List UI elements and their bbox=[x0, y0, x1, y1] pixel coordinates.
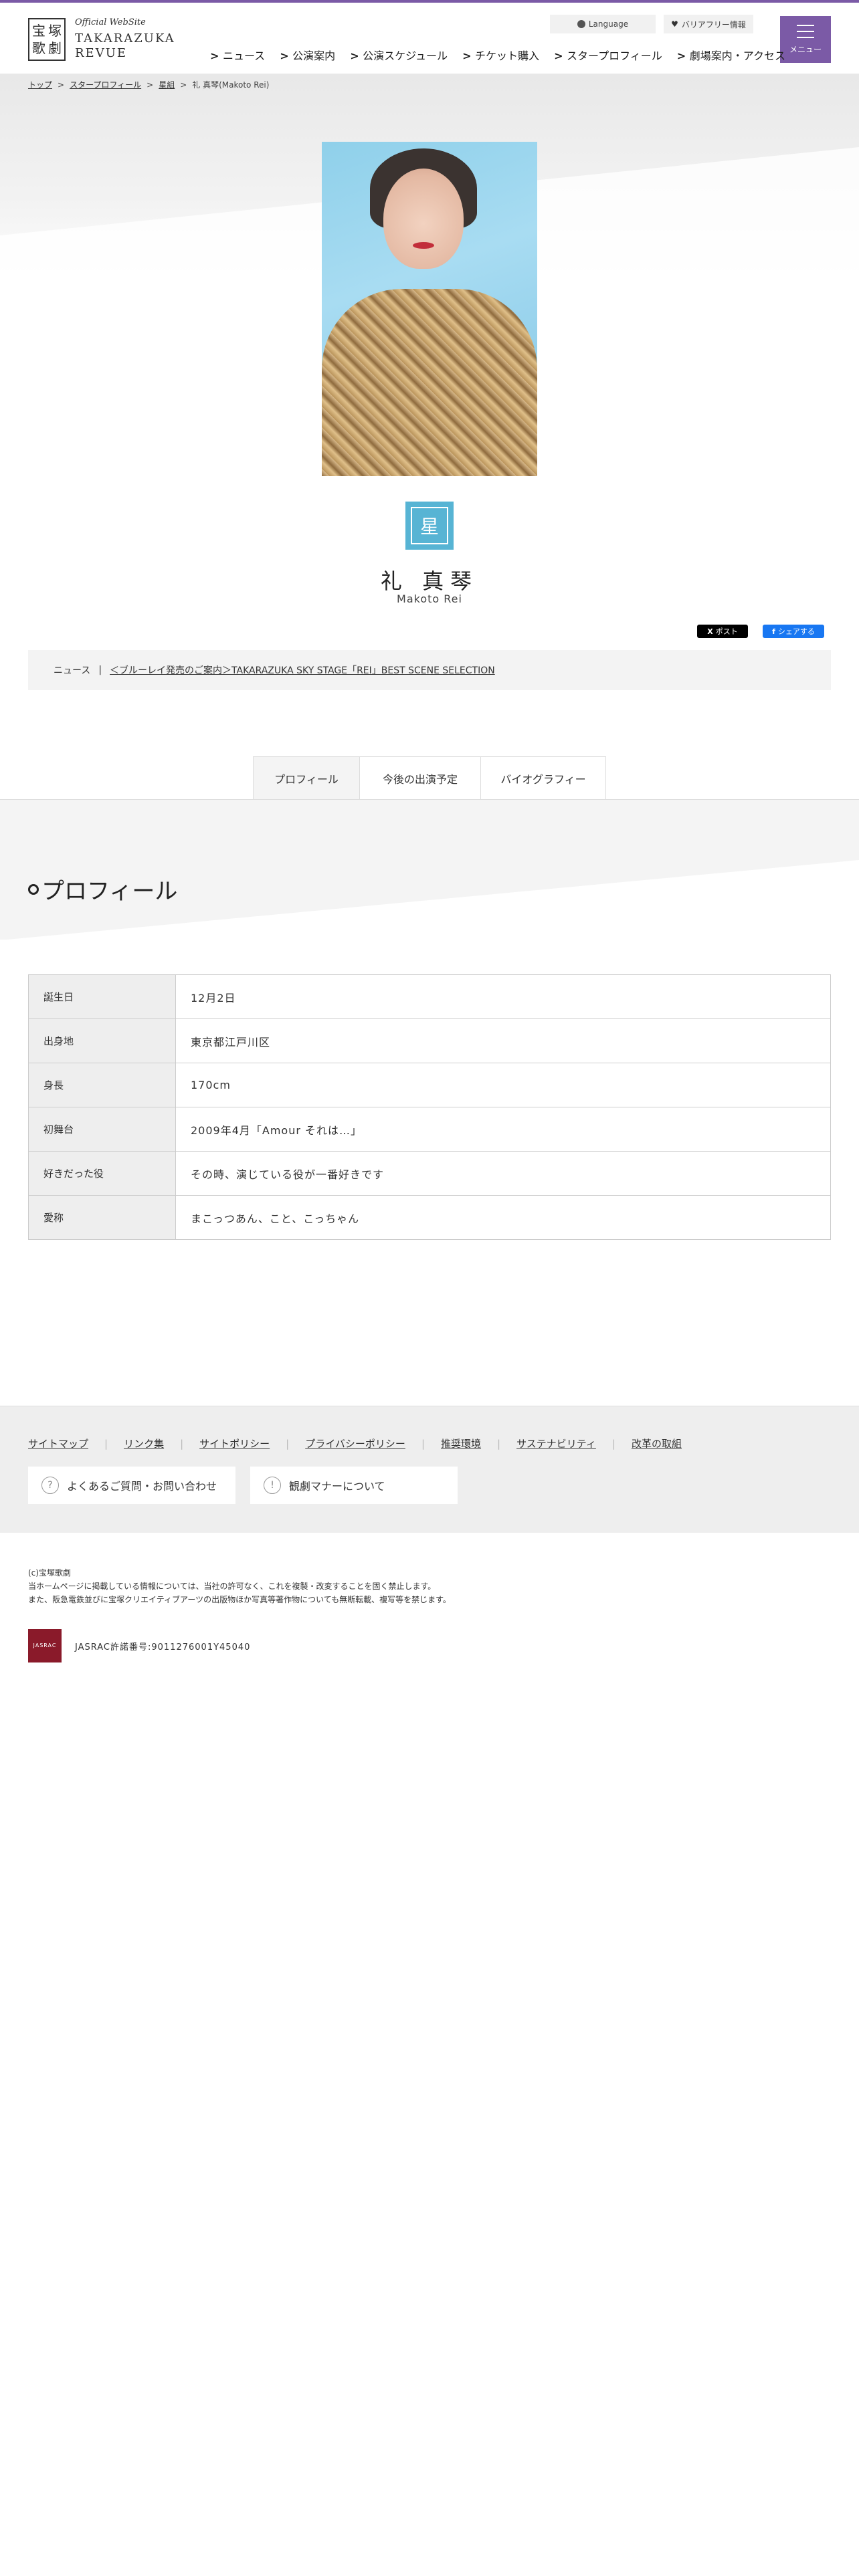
profile-value: 2009年4月「Amour それは…」 bbox=[175, 1107, 831, 1152]
breadcrumb: トップ > スタープロフィール > 星組 > 礼 真琴(Makoto Rei) bbox=[28, 79, 269, 90]
nav-item-performances[interactable]: 公演案内 bbox=[280, 47, 335, 63]
profile-key: 初舞台 bbox=[28, 1107, 176, 1152]
tab-biography[interactable]: バイオグラフィー bbox=[480, 756, 606, 799]
logo-kanji: 歌 bbox=[32, 39, 45, 56]
question-icon: ? bbox=[41, 1477, 59, 1494]
section-title-text: プロフィール bbox=[41, 878, 178, 905]
profile-value: 170cm bbox=[175, 1063, 831, 1107]
tab-profile[interactable]: プロフィール bbox=[253, 756, 360, 799]
profile-table: 誕生日 12月2日 出身地 東京都江戸川区 身長 170cm 初舞台 2009年… bbox=[28, 974, 831, 1240]
logo-mark: 宝 塚 歌 劇 bbox=[28, 17, 66, 61]
nav-item-tickets[interactable]: チケット購入 bbox=[462, 47, 539, 63]
breadcrumb-star-profile[interactable]: スタープロフィール bbox=[70, 79, 141, 90]
x-icon: X bbox=[707, 627, 713, 636]
globe-icon bbox=[577, 20, 585, 28]
jasrac-license-number: JASRAC許諾番号:9011276001Y45040 bbox=[75, 1642, 251, 1652]
footer-links: サイトマップ | リンク集 | サイトポリシー | プライバシーポリシー | 推奨環境 |… bbox=[28, 1436, 682, 1451]
x-post-label: ポスト bbox=[715, 627, 738, 636]
star-portrait-photo bbox=[322, 142, 537, 476]
section-bullet-icon bbox=[28, 883, 39, 895]
table-row: 誕生日 12月2日 bbox=[28, 974, 831, 1019]
jasrac-block: JASRAC JASRAC許諾番号:9011276001Y45040 bbox=[28, 1629, 250, 1662]
copyright-notice-1: 当ホームページに掲載している情報については、当社の許可なく、これを複製・改変する… bbox=[28, 1582, 436, 1591]
profile-section-background bbox=[0, 799, 859, 940]
troupe-star-icon: 星 bbox=[405, 502, 454, 550]
news-label: ニュース bbox=[54, 665, 91, 676]
profile-key: 誕生日 bbox=[28, 974, 176, 1019]
table-row: 初舞台 2009年4月「Amour それは…」 bbox=[28, 1107, 831, 1152]
nav-item-schedule[interactable]: 公演スケジュール bbox=[350, 47, 448, 63]
facebook-share-label: シェアする bbox=[777, 627, 815, 636]
copyright-block: (c)宝塚歌劇 当ホームページに掲載している情報については、当社の許可なく、これ… bbox=[28, 1566, 451, 1606]
nav-item-star-profile[interactable]: スタープロフィール bbox=[554, 47, 662, 63]
profile-key: 身長 bbox=[28, 1063, 176, 1107]
global-nav: ニュース 公演案内 公演スケジュール チケット購入 スタープロフィール 劇場案内… bbox=[210, 47, 800, 63]
breadcrumb-separator: > bbox=[147, 80, 154, 90]
profile-value: まこっつあん、こと、こっちゃん bbox=[175, 1195, 831, 1240]
faq-contact-button[interactable]: ? よくあるご質問・お問い合わせ bbox=[28, 1467, 235, 1504]
site-header: 宝 塚 歌 劇 Official WebSite TAKARAZUKA REVU… bbox=[0, 3, 859, 74]
table-row: 好きだった役 その時、演じている役が一番好きです bbox=[28, 1151, 831, 1196]
profile-value: 12月2日 bbox=[175, 974, 831, 1019]
footer-link-sustainability[interactable]: サステナビリティ bbox=[516, 1436, 596, 1451]
theater-manners-label: 観劇マナーについて bbox=[289, 1480, 385, 1493]
table-row: 出身地 東京都江戸川区 bbox=[28, 1018, 831, 1063]
info-icon: ! bbox=[264, 1477, 281, 1494]
footer-link-sitemap[interactable]: サイトマップ bbox=[28, 1436, 88, 1451]
logo-title-line2: REVUE bbox=[75, 46, 128, 60]
star-name: 礼 真琴 bbox=[380, 568, 479, 594]
news-link[interactable]: ＜ブルーレイ発売のご案内＞TAKARAZUKA SKY STAGE「REI」BE… bbox=[110, 663, 495, 677]
table-row: 身長 170cm bbox=[28, 1063, 831, 1107]
breadcrumb-troupe[interactable]: 星組 bbox=[159, 79, 175, 90]
nav-item-news[interactable]: ニュース bbox=[210, 47, 265, 63]
logo-kanji: 宝 bbox=[32, 22, 45, 39]
profile-key: 愛称 bbox=[28, 1195, 176, 1240]
theater-manners-button[interactable]: ! 観劇マナーについて bbox=[250, 1467, 458, 1504]
profile-key: 好きだった役 bbox=[28, 1151, 176, 1196]
language-label: Language bbox=[588, 19, 629, 29]
star-name-roman: Makoto Rei bbox=[397, 593, 462, 605]
x-post-button[interactable]: X ポスト bbox=[697, 625, 748, 638]
copyright: (c)宝塚歌劇 bbox=[28, 1568, 71, 1578]
news-bar: ニュース | ＜ブルーレイ発売のご案内＞TAKARAZUKA SKY STAGE… bbox=[28, 650, 831, 690]
table-row: 愛称 まこっつあん、こと、こっちゃん bbox=[28, 1195, 831, 1240]
footer-link-links[interactable]: リンク集 bbox=[124, 1436, 164, 1451]
hamburger-icon bbox=[797, 24, 814, 38]
footer-link-site-policy[interactable]: サイトポリシー bbox=[199, 1436, 270, 1451]
section-title: プロフィール bbox=[28, 873, 177, 905]
barrier-free-button[interactable]: ♥ バリアフリー情報 bbox=[664, 15, 753, 33]
breadcrumb-separator: > bbox=[180, 80, 187, 90]
logo-text: Official WebSite TAKARAZUKA REVUE bbox=[75, 17, 175, 61]
footer-link-reform[interactable]: 改革の取組 bbox=[632, 1436, 682, 1451]
logo-title-line1: TAKARAZUKA bbox=[75, 31, 175, 45]
news-separator: | bbox=[98, 665, 102, 675]
tab-upcoming-appearances[interactable]: 今後の出演予定 bbox=[359, 756, 481, 799]
logo-kanji: 塚 bbox=[48, 22, 62, 39]
facebook-icon: f bbox=[772, 627, 775, 636]
nav-item-theater-access[interactable]: 劇場案内・アクセス bbox=[677, 47, 785, 63]
copyright-notice-2: また、阪急電鉄並びに宝塚クリエイティブアーツの出版物ほか写真等著作物についても無… bbox=[28, 1595, 451, 1604]
breadcrumb-top[interactable]: トップ bbox=[28, 79, 52, 90]
language-button[interactable]: Language bbox=[550, 15, 656, 33]
jasrac-logo: JASRAC bbox=[28, 1629, 62, 1662]
breadcrumb-separator: > bbox=[58, 80, 65, 90]
logo-subtitle: Official WebSite bbox=[75, 17, 146, 27]
heart-icon: ♥ bbox=[671, 19, 678, 29]
facebook-share-button[interactable]: f シェアする bbox=[763, 625, 824, 638]
profile-value: その時、演じている役が一番好きです bbox=[175, 1151, 831, 1196]
barrier-free-label: バリアフリー情報 bbox=[681, 19, 746, 29]
profile-key: 出身地 bbox=[28, 1018, 176, 1063]
site-logo[interactable]: 宝 塚 歌 劇 Official WebSite TAKARAZUKA REVU… bbox=[28, 17, 175, 61]
troupe-glyph: 星 bbox=[411, 507, 448, 544]
footer-link-privacy-policy[interactable]: プライバシーポリシー bbox=[305, 1436, 405, 1451]
logo-kanji: 劇 bbox=[48, 39, 62, 56]
profile-tabs: プロフィール 今後の出演予定 バイオグラフィー bbox=[253, 756, 606, 799]
footer-link-recommended-env[interactable]: 推奨環境 bbox=[441, 1436, 481, 1451]
breadcrumb-current: 礼 真琴(Makoto Rei) bbox=[192, 80, 270, 90]
faq-contact-label: よくあるご質問・お問い合わせ bbox=[67, 1480, 217, 1493]
profile-value: 東京都江戸川区 bbox=[175, 1018, 831, 1063]
